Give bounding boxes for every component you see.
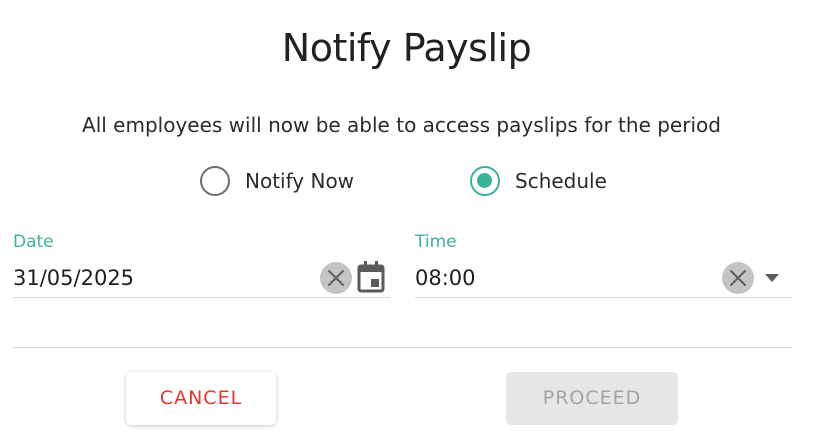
date-label: Date [13, 232, 54, 252]
time-label: Time [415, 232, 457, 252]
date-clear-icon[interactable] [320, 262, 352, 294]
cancel-button[interactable]: CANCEL [126, 372, 276, 425]
dialog-title: Notify Payslip [281, 26, 532, 70]
radio-unchecked-icon[interactable] [200, 166, 230, 196]
notify-now-radio[interactable]: Notify Now [200, 166, 354, 196]
proceed-button[interactable]: PROCEED [506, 372, 678, 425]
chevron-down-icon[interactable] [763, 270, 781, 284]
calendar-icon[interactable] [356, 260, 386, 294]
time-clear-icon[interactable] [722, 262, 754, 294]
notify-now-label: Notify Now [245, 169, 355, 193]
radio-checked-icon[interactable] [470, 166, 500, 196]
notify-mode-radio-group: Notify Now Schedule [0, 166, 813, 200]
time-input[interactable] [415, 266, 705, 290]
divider [13, 347, 793, 348]
schedule-radio[interactable]: Schedule [470, 166, 607, 196]
date-underline [13, 297, 390, 298]
schedule-label: Schedule [515, 169, 607, 193]
time-underline [415, 297, 792, 298]
dialog-subtitle: All employees will now be able to access… [82, 113, 721, 137]
date-field: Date [13, 230, 390, 300]
time-field: Time [415, 230, 792, 300]
date-input[interactable] [13, 266, 303, 290]
